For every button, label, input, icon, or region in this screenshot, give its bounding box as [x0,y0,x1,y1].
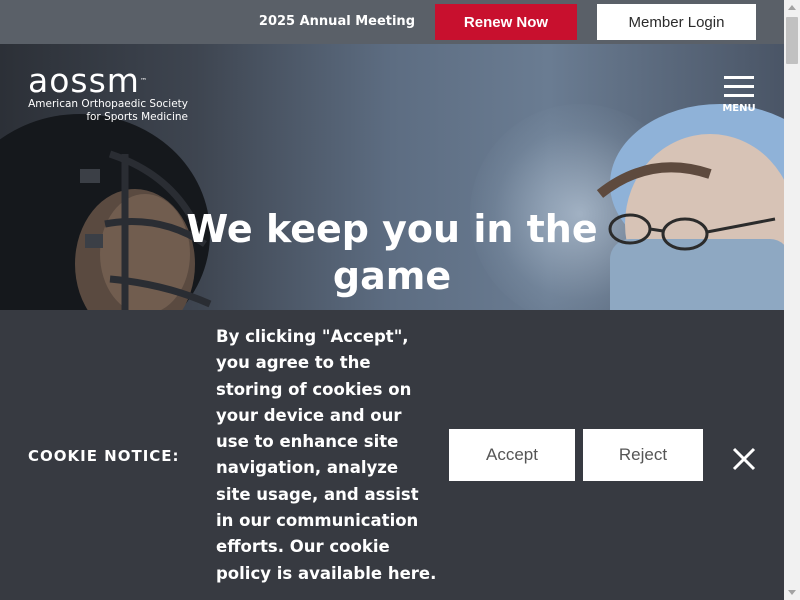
cookie-message: By clicking "Accept", you agree to the s… [216,327,437,583]
menu-icon [724,76,754,103]
menu-label: MENU [722,103,756,114]
cookie-notice-title: COOKIE NOTICE: [28,447,180,465]
logo-trademark: ™ [139,77,148,85]
logo-subtitle-line2: for Sports Medicine [86,111,188,123]
member-login-button[interactable]: Member Login [597,4,756,40]
surgeon-image [596,104,784,310]
utility-bar: 2025 Annual Meeting Renew Now Member Log… [0,0,784,44]
scrollbar-thumb[interactable] [786,17,798,64]
renew-now-button[interactable]: Renew Now [435,4,577,40]
cookie-banner: COOKIE NOTICE: By clicking "Accept", you… [0,310,784,600]
hero-headline-line1: We keep you in the [186,207,598,251]
annual-meeting-link[interactable]: 2025 Annual Meeting [259,14,415,29]
aossm-logo[interactable]: aossm™ American Orthopaedic Society for … [28,64,188,124]
scroll-down-icon[interactable] [788,590,796,595]
page-scrollbar[interactable] [784,0,800,600]
reject-cookies-button[interactable]: Reject [583,429,703,481]
hero-headline-line2: game [332,254,452,298]
scroll-up-icon[interactable] [788,5,796,10]
logo-wordmark: aossm [28,61,140,100]
menu-button[interactable]: MENU [722,76,756,118]
hero-headline: We keep you in the game [170,206,614,300]
accept-cookies-button[interactable]: Accept [449,429,575,481]
hero-banner: aossm™ American Orthopaedic Society for … [0,44,784,310]
close-icon[interactable] [732,447,756,471]
logo-subtitle-line1: American Orthopaedic Society [28,98,188,110]
